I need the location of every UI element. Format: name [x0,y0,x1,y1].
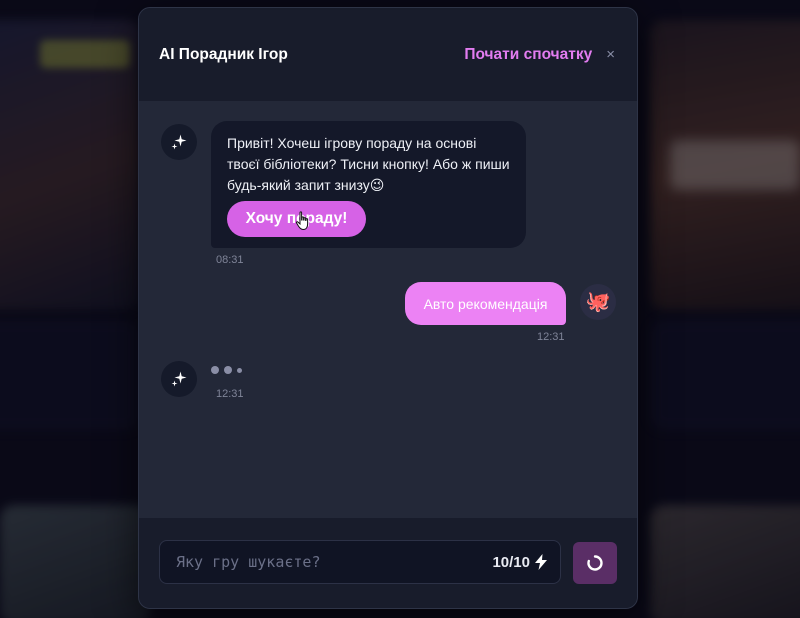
close-icon[interactable]: × [606,47,615,62]
sparkle-icon [171,371,187,387]
request-counter-value: 10/10 [492,553,530,571]
ai-advisor-chat-panel: AI Порадник Ігор Почати спочатку × Приві… [138,7,638,609]
message-timestamp: 12:31 [537,331,565,343]
ai-avatar [161,124,197,160]
lightning-icon [535,554,547,570]
ai-message-bubble: Привіт! Хочеш ігрову пораду на основі тв… [211,121,526,248]
chat-header: AI Порадник Ігор Почати спочатку × [139,8,637,101]
user-message-bubble: Авто рекомендація [405,282,566,325]
query-input[interactable] [160,541,470,583]
hand-pointer-cursor-icon [295,211,309,231]
typing-dot [211,366,219,374]
send-button[interactable] [573,542,617,584]
query-input-wrapper: 10/10 [159,540,561,584]
chat-input-bar: 10/10 [139,518,637,608]
ai-avatar [161,361,197,397]
sparkle-icon [171,134,187,150]
request-counter: 10/10 [492,541,548,583]
message-timestamp: 12:31 [216,388,244,400]
typing-dot [224,366,232,374]
message-timestamp: 08:31 [216,254,244,266]
typing-dot [237,367,242,373]
chat-title: AI Порадник Ігор [159,45,288,63]
loading-spinner-icon [587,555,603,571]
user-avatar: 🐙 [580,284,616,320]
restart-button[interactable]: Почати спочатку [464,46,592,64]
header-actions: Почати спочатку × [464,46,615,64]
ai-message-text: Привіт! Хочеш ігрову пораду на основі тв… [227,135,510,193]
typing-indicator [211,366,242,374]
